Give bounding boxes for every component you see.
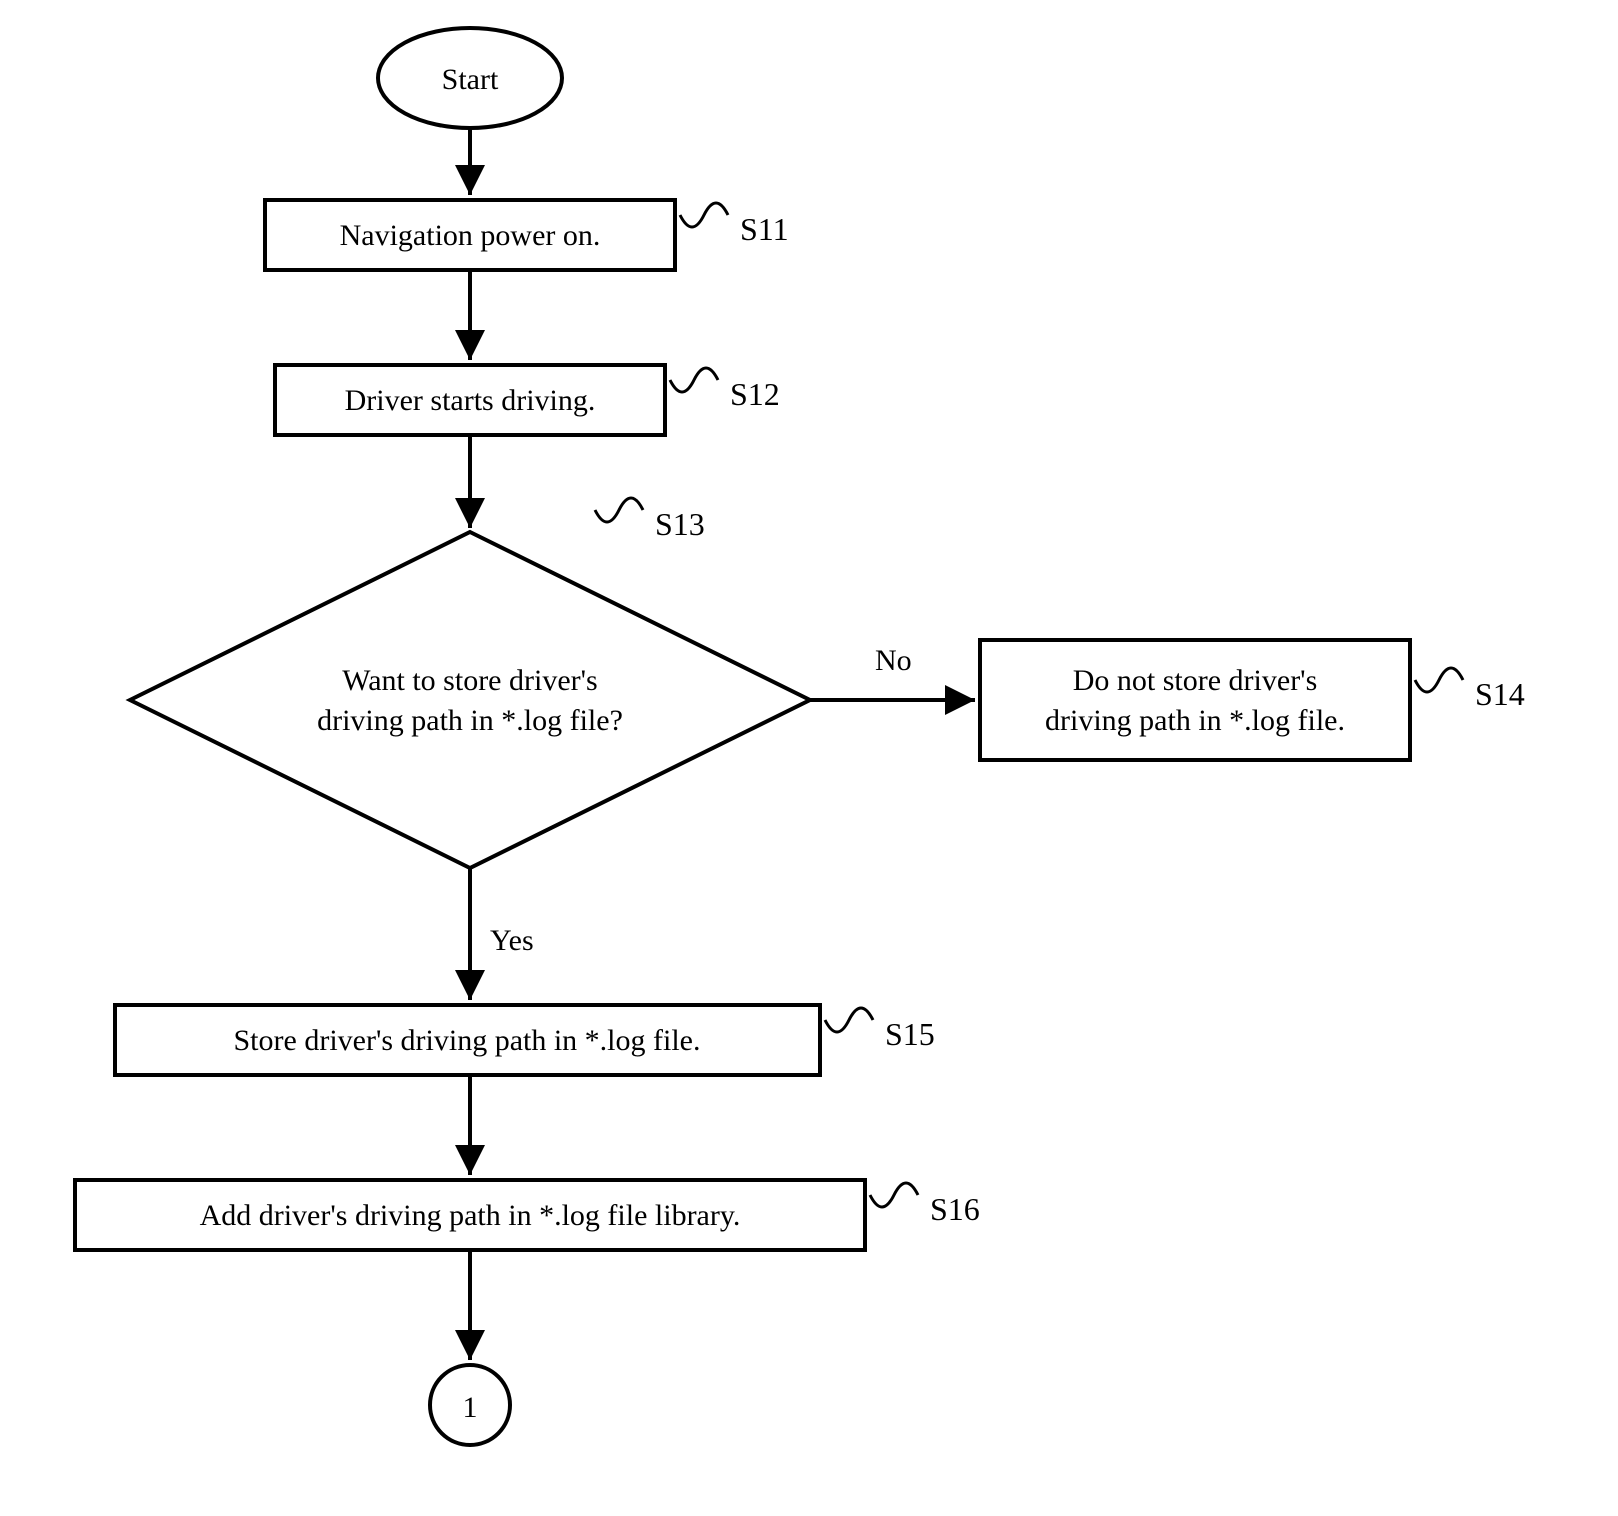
node-s11: Navigation power on.: [265, 200, 675, 270]
squiggle-s15: [825, 1008, 873, 1032]
s15-text: Store driver's driving path in *.log fil…: [234, 1024, 701, 1057]
branch-yes: Yes: [490, 924, 534, 957]
s13-line1: Want to store driver's: [342, 664, 597, 697]
label-s12: S12: [730, 376, 780, 412]
start-text: Start: [442, 63, 499, 96]
squiggle-s14: [1415, 668, 1463, 692]
branch-no: No: [875, 644, 912, 677]
node-s14: Do not store driver's driving path in *.…: [980, 640, 1410, 760]
s12-text: Driver starts driving.: [345, 384, 596, 417]
squiggle-s16: [870, 1183, 918, 1207]
node-conn1: 1: [430, 1365, 510, 1445]
squiggle-s12: [670, 368, 718, 392]
conn1-text: 1: [463, 1391, 478, 1424]
label-s14: S14: [1475, 676, 1525, 712]
node-s16: Add driver's driving path in *.log file …: [75, 1180, 865, 1250]
flowchart: Start Navigation power on. S11 Driver st…: [0, 0, 1618, 1516]
s14-line1: Do not store driver's: [1073, 664, 1318, 697]
s16-text: Add driver's driving path in *.log file …: [200, 1199, 741, 1232]
label-s16: S16: [930, 1191, 980, 1227]
s11-text: Navigation power on.: [340, 219, 601, 252]
node-s13: Want to store driver's driving path in *…: [130, 532, 810, 868]
squiggle-s11: [680, 203, 728, 227]
node-s12: Driver starts driving.: [275, 365, 665, 435]
label-s11: S11: [740, 211, 789, 247]
s13-line2: driving path in *.log file?: [317, 704, 623, 737]
label-s13: S13: [655, 506, 705, 542]
node-s15: Store driver's driving path in *.log fil…: [115, 1005, 820, 1075]
label-s15: S15: [885, 1016, 935, 1052]
node-start: Start: [378, 28, 562, 128]
squiggle-s13: [595, 498, 643, 522]
s14-line2: driving path in *.log file.: [1045, 704, 1345, 737]
